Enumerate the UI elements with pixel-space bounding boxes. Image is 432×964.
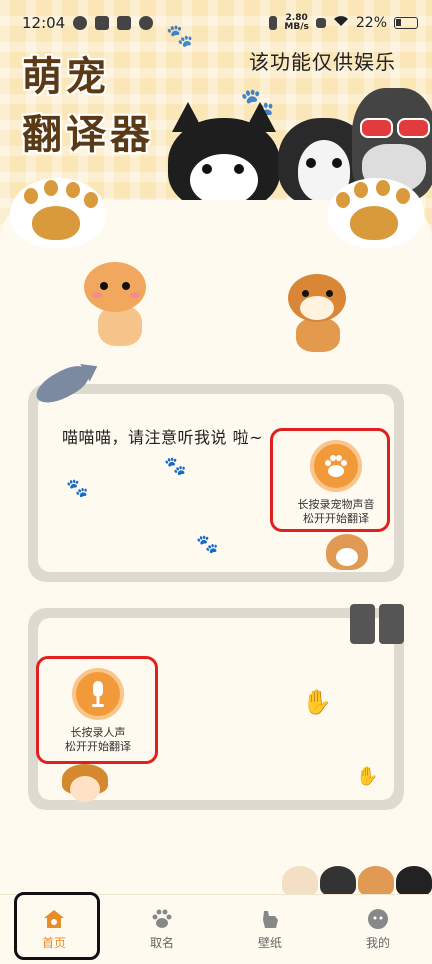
app-title: 萌宠 翻译器 bbox=[22, 53, 154, 158]
shiba-dog-illustration bbox=[284, 268, 354, 354]
battery-icon bbox=[394, 17, 418, 29]
vibrate-icon bbox=[269, 16, 278, 30]
tabby-cat-illustration bbox=[80, 252, 162, 350]
nav-naming-label: 取名 bbox=[149, 936, 174, 950]
left-paw-illustration bbox=[10, 178, 106, 248]
paw-icon bbox=[150, 908, 174, 930]
human-record-highlight-box bbox=[36, 656, 158, 764]
nav-naming[interactable]: 取名 bbox=[108, 895, 216, 964]
home-nav-highlight-box bbox=[14, 892, 100, 960]
corgi-illustration bbox=[326, 534, 368, 570]
sync-icon bbox=[139, 16, 154, 30]
decorative-hand-icon: ✋ bbox=[356, 766, 379, 787]
nav-profile[interactable]: 我的 bbox=[324, 895, 432, 964]
right-paw-illustration bbox=[328, 178, 424, 248]
girl-illustration bbox=[62, 764, 108, 804]
dogs-row-illustration bbox=[282, 866, 432, 896]
nav-wallpaper[interactable]: 壁纸 bbox=[216, 895, 324, 964]
battery-percent: 22% bbox=[355, 15, 387, 31]
app-icon bbox=[117, 16, 132, 30]
decorative-hand-icon: ✋ bbox=[302, 688, 332, 716]
notification-icon bbox=[73, 16, 88, 30]
disclaimer-text: 该功能仅供娱乐 bbox=[249, 50, 396, 74]
nav-profile-label: 我的 bbox=[365, 936, 390, 950]
pet-message-text: 喵喵喵，请注意听我说 啦~ bbox=[62, 428, 263, 447]
status-bar: 12:04 2.80 MB/s 22% bbox=[0, 0, 432, 46]
network-speed: 2.80 MB/s bbox=[284, 13, 309, 32]
chat-icon bbox=[95, 16, 110, 30]
status-time: 12:04 bbox=[22, 14, 66, 32]
sim-icon bbox=[315, 18, 326, 28]
decorative-paw-icon: 🐾 bbox=[164, 456, 187, 477]
profile-icon bbox=[366, 908, 390, 930]
decorative-paw-icon: 🐾 bbox=[166, 24, 194, 49]
black-white-cat-illustration bbox=[168, 102, 280, 210]
nav-wallpaper-label: 壁纸 bbox=[257, 936, 282, 950]
dog-icon bbox=[258, 908, 282, 930]
decorative-paw-icon: 🐾 bbox=[196, 534, 219, 555]
decorative-paw-icon: 🐾 bbox=[66, 478, 89, 499]
pet-food-bags-illustration bbox=[350, 604, 404, 644]
pet-record-highlight-box bbox=[270, 428, 390, 532]
wifi-icon bbox=[333, 15, 349, 31]
